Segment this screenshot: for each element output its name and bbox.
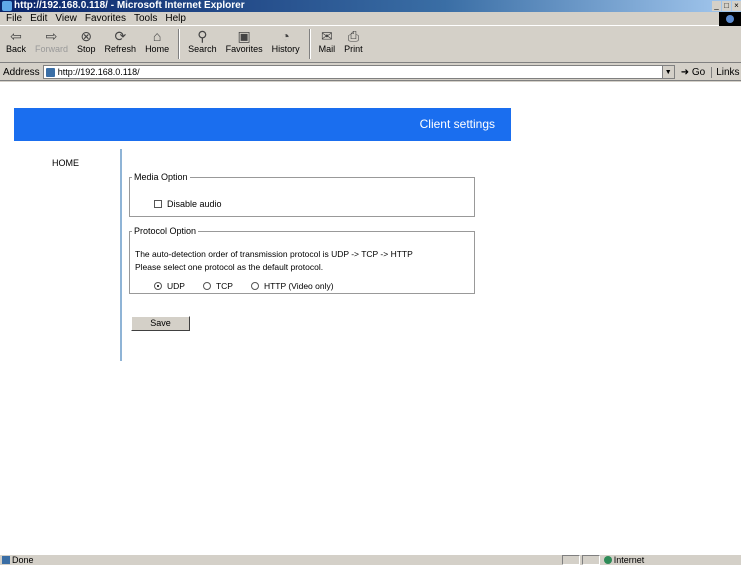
media-option-group: Media Option Disable audio <box>129 172 475 217</box>
menu-view[interactable]: View <box>55 13 77 24</box>
page-content: Client settings HOME Media Option Disabl… <box>0 82 741 554</box>
menu-help[interactable]: Help <box>165 13 186 24</box>
protocol-tcp-option[interactable]: TCP <box>202 281 233 291</box>
toolbar-separator <box>308 29 311 59</box>
menu-file[interactable]: File <box>6 13 22 24</box>
protocol-option-legend: Protocol Option <box>134 226 197 236</box>
close-icon[interactable]: × <box>732 1 741 11</box>
status-bar: Done Internet <box>0 554 741 565</box>
search-icon: ⚲ <box>197 28 208 44</box>
protocol-description-line1: The auto-detection order of transmission… <box>135 249 413 259</box>
tcp-radio[interactable] <box>202 282 211 290</box>
stop-button[interactable]: ⊗ Stop <box>77 27 96 54</box>
forward-arrow-icon: ⇨ <box>45 28 58 44</box>
back-button[interactable]: ⇦ Back <box>6 27 26 54</box>
disable-audio-option[interactable]: Disable audio <box>154 199 222 209</box>
status-panel <box>581 555 600 565</box>
page-done-icon <box>2 556 10 564</box>
nav-divider <box>120 149 122 361</box>
save-button[interactable]: Save <box>131 316 190 331</box>
refresh-button[interactable]: ⟳ Refresh <box>105 27 137 54</box>
window-controls: _ □ × <box>711 0 741 12</box>
search-button[interactable]: ⚲ Search <box>188 27 217 54</box>
ie-icon <box>2 1 12 11</box>
refresh-icon: ⟳ <box>114 28 127 44</box>
go-arrow-icon: ➜ <box>680 66 690 78</box>
menu-tools[interactable]: Tools <box>134 13 157 24</box>
favorites-icon: ▣ <box>237 28 251 44</box>
protocol-option-group: Protocol Option The auto-detection order… <box>129 226 475 294</box>
protocol-description-line2: Please select one protocol as the defaul… <box>135 262 324 272</box>
address-input[interactable]: http://192.168.0.118/ <box>42 65 663 79</box>
page-banner: Client settings <box>14 108 511 141</box>
history-icon: ◔ <box>281 28 290 44</box>
history-button[interactable]: ◔ History <box>272 27 300 54</box>
address-bar: Address http://192.168.0.118/ ▼ ➜ Go Lin… <box>0 64 741 81</box>
maximize-icon[interactable]: □ <box>722 1 731 11</box>
print-icon: ⎙ <box>347 28 360 44</box>
window-title-bar: http://192.168.0.118/ - Microsoft Intern… <box>0 0 741 12</box>
stop-icon: ⊗ <box>80 28 93 44</box>
status-panel <box>561 555 580 565</box>
page-icon <box>45 68 55 77</box>
status-text: Done <box>0 555 562 565</box>
print-button[interactable]: ⎙ Print <box>344 27 363 54</box>
address-dropdown-icon[interactable]: ▼ <box>662 65 675 79</box>
back-arrow-icon: ⇦ <box>10 28 22 44</box>
mail-button[interactable]: ✉ Mail <box>319 27 336 54</box>
mail-icon: ✉ <box>321 28 333 44</box>
udp-radio[interactable] <box>154 282 162 290</box>
go-button[interactable]: ➜ Go <box>681 67 706 78</box>
windows-logo-icon <box>719 12 741 26</box>
protocol-radio-group: UDP TCP HTTP (Video only) <box>154 281 352 291</box>
menu-favorites[interactable]: Favorites <box>85 13 126 24</box>
toolbar-separator <box>178 29 181 59</box>
globe-icon <box>603 556 612 564</box>
protocol-http-option[interactable]: HTTP (Video only) <box>250 281 334 291</box>
security-zone: Internet <box>602 555 741 565</box>
media-option-legend: Media Option <box>134 172 188 182</box>
tcp-label: TCP <box>215 281 233 291</box>
page-title: Client settings <box>419 117 495 131</box>
home-button[interactable]: ⌂ Home <box>145 27 169 54</box>
menu-edit[interactable]: Edit <box>30 13 47 24</box>
minimize-icon[interactable]: _ <box>712 1 721 11</box>
address-url: http://192.168.0.118/ <box>57 67 140 77</box>
window-title: http://192.168.0.118/ - Microsoft Intern… <box>14 0 245 11</box>
http-radio[interactable] <box>250 282 259 290</box>
disable-audio-label: Disable audio <box>167 199 222 209</box>
favorites-button[interactable]: ▣ Favorites <box>226 27 263 54</box>
http-label: HTTP (Video only) <box>263 281 334 291</box>
udp-label: UDP <box>167 281 185 291</box>
forward-button[interactable]: ⇨ Forward <box>35 27 68 54</box>
nav-home-link[interactable]: HOME <box>52 158 79 168</box>
home-icon: ⌂ <box>152 28 162 44</box>
disable-audio-checkbox[interactable] <box>154 200 162 208</box>
toolbar: ⇦ Back ⇨ Forward ⊗ Stop ⟳ Refresh ⌂ Home… <box>0 27 741 63</box>
address-label: Address <box>3 66 40 78</box>
links-button[interactable]: Links <box>711 66 740 78</box>
menu-bar: File Edit View Favorites Tools Help <box>0 12 741 26</box>
protocol-udp-option[interactable]: UDP <box>154 281 185 291</box>
